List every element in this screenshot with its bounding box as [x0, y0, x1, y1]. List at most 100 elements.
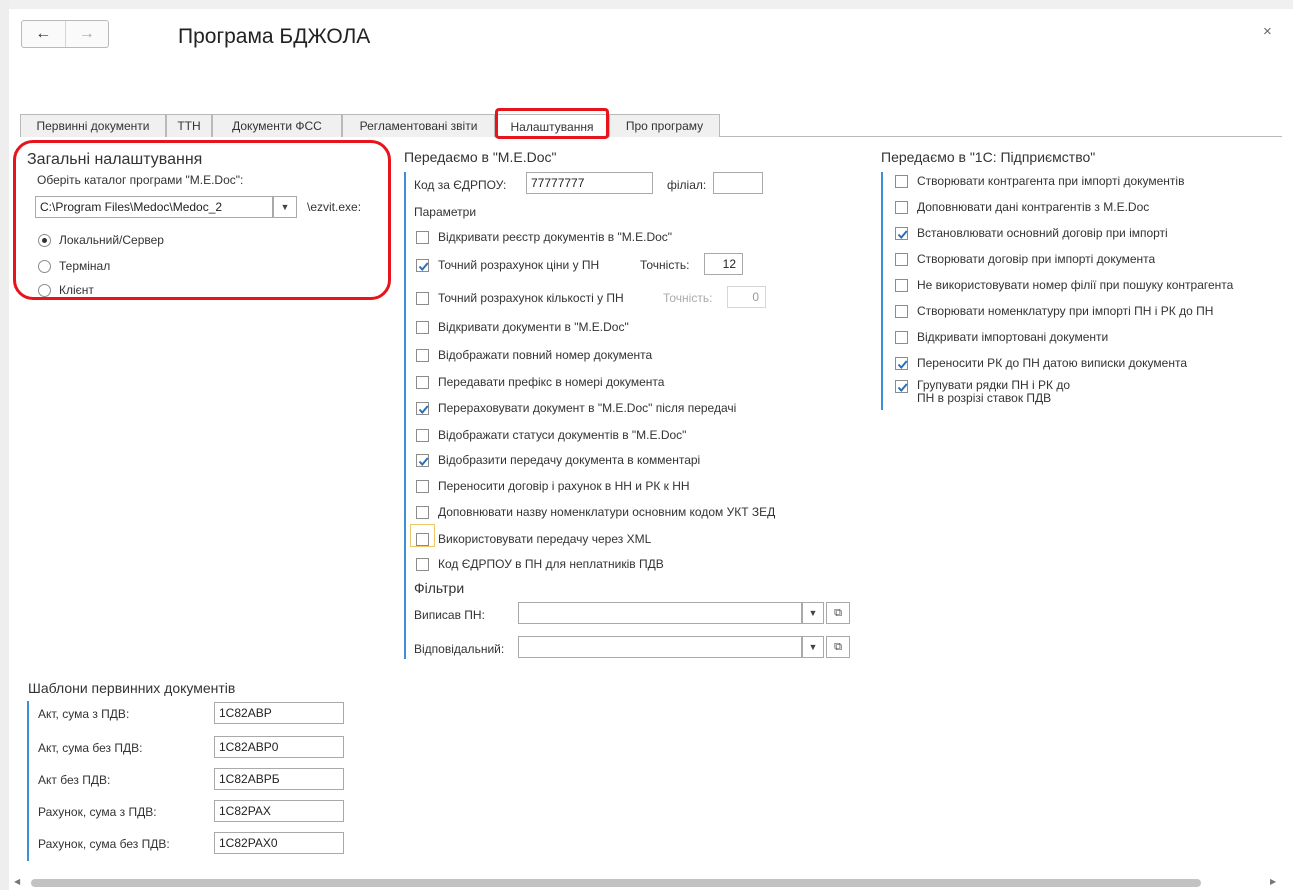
medoc-param-label: Відображати повний номер документа: [438, 348, 653, 362]
onec-accent-line: [881, 172, 883, 410]
medoc-param-label: Перераховувати документ в "M.E.Doc" післ…: [438, 401, 737, 415]
onec-option-label: Не використовувати номер філії при пошук…: [917, 278, 1234, 292]
template-label: Рахунок, сума з ПДВ:: [38, 805, 157, 819]
navigation-buttons: ← →: [21, 20, 109, 48]
group-rows-label: Групувати рядки ПН і РК до ПН в розрізі …: [917, 379, 1070, 405]
tab-ttn[interactable]: ТТН: [166, 114, 212, 137]
tab-regulated-reports[interactable]: Регламентовані звіти: [342, 114, 495, 137]
medoc-param-label: Відображати статуси документів в "M.E.Do…: [438, 428, 687, 442]
templates-accent-line: [27, 701, 29, 861]
medoc-param-label: Переносити договір і рахунок в НН и РК к…: [438, 479, 690, 493]
group-rows-checkbox[interactable]: [895, 380, 908, 393]
medoc-param-label: Точний розрахунок ціни у ПН: [438, 258, 600, 272]
medoc-accent-line: [404, 172, 406, 659]
onec-option-label: Відкривати імпортовані документи: [917, 330, 1109, 344]
qty-precision-label: Точність:: [663, 291, 713, 305]
medoc-param-label: Відкривати документи в "M.E.Doc": [438, 320, 629, 334]
medoc-param-label: Відкривати реєстр документів в "M.E.Doc": [438, 230, 673, 244]
params-title: Параметри: [414, 205, 477, 219]
template-label: Акт, сума без ПДВ:: [38, 741, 143, 755]
general-settings-highlight: [13, 140, 391, 300]
template-label: Рахунок, сума без ПДВ:: [38, 837, 170, 851]
top-frame: [0, 0, 1293, 9]
chevron-down-icon: ▼: [808, 608, 818, 618]
onec-option-label: Переносити РК до ПН датою виписки докуме…: [917, 356, 1188, 370]
onec-option-checkbox[interactable]: [895, 175, 908, 188]
onec-option-checkbox[interactable]: [895, 357, 908, 370]
scroll-left-icon[interactable]: ◀: [14, 877, 20, 886]
medoc-param-label: Передавати префікс в номері документа: [438, 375, 665, 389]
medoc-param-checkbox[interactable]: [416, 558, 429, 571]
medoc-param-checkbox[interactable]: [416, 402, 429, 415]
medoc-param-checkbox[interactable]: [416, 376, 429, 389]
settings-tab-highlight: [495, 108, 609, 139]
group-rows-label-line2: ПН в розрізі ставок ПДВ: [917, 391, 1052, 405]
filter-issued-open-button[interactable]: ⧉: [826, 602, 850, 624]
onec-option-checkbox[interactable]: [895, 305, 908, 318]
horizontal-scrollbar-thumb[interactable]: [31, 879, 1201, 887]
medoc-param-checkbox[interactable]: [416, 259, 429, 272]
filters-title: Фільтри: [414, 580, 465, 596]
forward-button[interactable]: →: [64, 21, 109, 47]
chevron-down-icon: ▼: [808, 642, 818, 652]
filter-responsible-dropdown[interactable]: ▼: [802, 636, 824, 658]
arrow-right-icon: →: [78, 25, 95, 42]
price-precision-input[interactable]: 12: [704, 253, 743, 275]
qty-precision-input[interactable]: 0: [727, 286, 766, 308]
tab-fss-documents[interactable]: Документи ФСС: [212, 114, 342, 137]
onec-option-checkbox[interactable]: [895, 201, 908, 214]
arrow-left-icon: ←: [35, 25, 52, 42]
onec-section-title: Передаємо в "1С: Підприємство": [881, 149, 1096, 165]
onec-option-label: Створювати договір при імпорті документа: [917, 252, 1156, 266]
close-icon[interactable]: ×: [1263, 23, 1272, 40]
medoc-param-checkbox[interactable]: [416, 349, 429, 362]
onec-option-checkbox[interactable]: [895, 331, 908, 344]
focus-highlight: [410, 524, 435, 547]
medoc-param-label: Відобразити передачу документа в коммент…: [438, 453, 701, 467]
open-window-icon: ⧉: [834, 606, 842, 619]
checkmark-icon: [897, 230, 908, 240]
checkmark-icon: [897, 360, 908, 370]
price-precision-label: Точність:: [640, 258, 690, 272]
filter-responsible-open-button[interactable]: ⧉: [826, 636, 850, 658]
checkmark-icon: [418, 457, 429, 467]
tab-about[interactable]: Про програму: [609, 114, 720, 137]
branch-label: філіал:: [667, 178, 707, 192]
medoc-param-checkbox[interactable]: [416, 506, 429, 519]
tab-primary-documents[interactable]: Первинні документи: [20, 114, 166, 137]
left-frame: [0, 0, 9, 890]
medoc-param-label: Код ЄДРПОУ в ПН для неплатників ПДВ: [438, 557, 664, 571]
template-input[interactable]: 1С82РАХ: [214, 800, 344, 822]
onec-option-checkbox[interactable]: [895, 279, 908, 292]
medoc-param-checkbox[interactable]: [416, 292, 429, 305]
onec-option-checkbox[interactable]: [895, 227, 908, 240]
onec-option-checkbox[interactable]: [895, 253, 908, 266]
filter-issued-input[interactable]: [518, 602, 802, 624]
open-window-icon: ⧉: [834, 640, 842, 653]
medoc-param-checkbox[interactable]: [416, 454, 429, 467]
medoc-param-checkbox[interactable]: [416, 480, 429, 493]
onec-option-label: Створювати контрагента при імпорті докум…: [917, 174, 1185, 188]
branch-input[interactable]: [713, 172, 763, 194]
template-input[interactable]: 1С82АВР: [214, 702, 344, 724]
medoc-param-checkbox[interactable]: [416, 429, 429, 442]
edrpou-label: Код за ЄДРПОУ:: [414, 178, 507, 192]
scroll-right-icon[interactable]: ▶: [1270, 877, 1276, 886]
template-input[interactable]: 1С82АВРБ: [214, 768, 344, 790]
back-button[interactable]: ←: [22, 21, 65, 47]
filter-responsible-input[interactable]: [518, 636, 802, 658]
template-input[interactable]: 1С82АВР0: [214, 736, 344, 758]
medoc-param-checkbox[interactable]: [416, 321, 429, 334]
edrpou-input[interactable]: 77777777: [526, 172, 653, 194]
filter-issued-label: Виписав ПН:: [414, 608, 485, 622]
filter-responsible-label: Відповідальний:: [414, 642, 505, 656]
templates-title: Шаблони первинних документів: [28, 680, 236, 696]
checkmark-icon: [897, 383, 908, 393]
checkmark-icon: [418, 262, 429, 272]
template-input[interactable]: 1С82РАХ0: [214, 832, 344, 854]
onec-option-label: Доповнювати дані контрагентів з M.E.Doc: [917, 200, 1150, 214]
filter-issued-dropdown[interactable]: ▼: [802, 602, 824, 624]
onec-option-label: Встановлювати основний договір при імпор…: [917, 226, 1168, 240]
medoc-param-checkbox[interactable]: [416, 231, 429, 244]
template-label: Акт, сума з ПДВ:: [38, 707, 130, 721]
